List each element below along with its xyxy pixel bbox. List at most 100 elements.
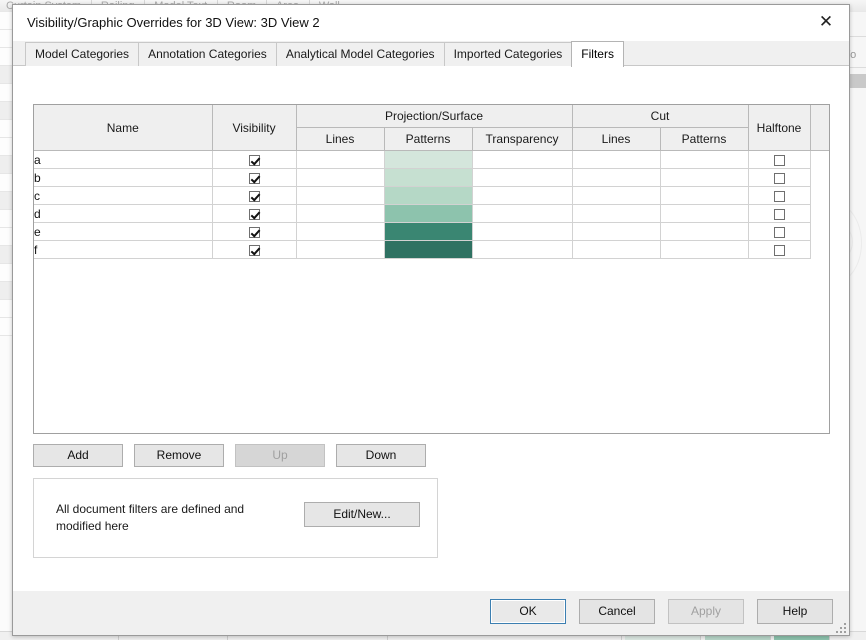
projection-patterns-cell[interactable] — [384, 204, 473, 223]
visibility-cell[interactable] — [212, 222, 297, 241]
up-button[interactable]: Up — [235, 444, 325, 467]
column-header-cut-patterns[interactable]: Patterns — [660, 127, 749, 151]
visibility-checkbox[interactable] — [248, 172, 260, 184]
visibility-checkbox[interactable] — [248, 244, 260, 256]
visibility-checkbox[interactable] — [248, 208, 260, 220]
cut-patterns-cell[interactable] — [660, 240, 749, 259]
column-header-projection-patterns[interactable]: Patterns — [384, 127, 473, 151]
projection-transparency-cell[interactable] — [472, 240, 573, 259]
halftone-checkbox[interactable] — [773, 154, 785, 166]
halftone-cell[interactable] — [748, 240, 811, 259]
visibility-cell[interactable] — [212, 150, 297, 169]
filters-info-text: All document filters are defined and mod… — [56, 502, 245, 533]
table-row[interactable]: b — [34, 168, 829, 187]
tab-filters[interactable]: Filters — [571, 41, 624, 67]
projection-patterns-cell[interactable] — [384, 150, 473, 169]
projection-transparency-cell[interactable] — [472, 222, 573, 241]
visibility-checkbox[interactable] — [248, 154, 260, 166]
projection-patterns-cell[interactable] — [384, 186, 473, 205]
projection-patterns-cell[interactable] — [384, 222, 473, 241]
cut-patterns-cell[interactable] — [660, 168, 749, 187]
column-header-cut-lines[interactable]: Lines — [572, 127, 661, 151]
visibility-checkbox[interactable] — [248, 190, 260, 202]
pattern-color-swatch[interactable] — [384, 205, 472, 222]
cut-lines-cell[interactable] — [572, 204, 661, 223]
add-button[interactable]: Add — [33, 444, 123, 467]
pattern-color-swatch[interactable] — [384, 151, 472, 168]
cut-patterns-cell[interactable] — [660, 222, 749, 241]
table-row[interactable]: c — [34, 186, 829, 205]
visibility-cell[interactable] — [212, 204, 297, 223]
pattern-color-swatch[interactable] — [384, 241, 472, 258]
cut-patterns-cell[interactable] — [660, 150, 749, 169]
halftone-cell[interactable] — [748, 186, 811, 205]
projection-lines-cell[interactable] — [296, 168, 385, 187]
tab-imported-categories[interactable]: Imported Categories — [443, 42, 573, 66]
column-header-spacer — [810, 105, 829, 151]
filter-name-cell[interactable]: d — [34, 204, 213, 223]
tab-model-categories[interactable]: Model Categories — [25, 42, 140, 66]
down-button[interactable]: Down — [336, 444, 426, 467]
ok-button[interactable]: OK — [490, 599, 566, 624]
cut-lines-cell[interactable] — [572, 186, 661, 205]
projection-lines-cell[interactable] — [296, 204, 385, 223]
column-header-projection-lines[interactable]: Lines — [296, 127, 385, 151]
projection-transparency-cell[interactable] — [472, 150, 573, 169]
column-header-visibility[interactable]: Visibility — [212, 105, 297, 151]
halftone-cell[interactable] — [748, 168, 811, 187]
cancel-button[interactable]: Cancel — [579, 599, 655, 624]
table-row[interactable]: e — [34, 222, 829, 241]
tab-annotation-categories[interactable]: Annotation Categories — [138, 42, 277, 66]
projection-patterns-cell[interactable] — [384, 168, 473, 187]
resize-grip[interactable] — [834, 621, 846, 633]
projection-lines-cell[interactable] — [296, 186, 385, 205]
help-button[interactable]: Help — [757, 599, 833, 624]
pattern-color-swatch[interactable] — [384, 223, 472, 240]
projection-transparency-cell[interactable] — [472, 186, 573, 205]
halftone-checkbox[interactable] — [773, 226, 785, 238]
table-row[interactable]: d — [34, 204, 829, 223]
cut-lines-cell[interactable] — [572, 222, 661, 241]
table-row[interactable]: f — [34, 240, 829, 259]
projection-lines-cell[interactable] — [296, 240, 385, 259]
column-header-projection-transparency[interactable]: Transparency — [472, 127, 573, 151]
cut-lines-cell[interactable] — [572, 240, 661, 259]
cut-lines-cell[interactable] — [572, 150, 661, 169]
visibility-cell[interactable] — [212, 168, 297, 187]
halftone-checkbox[interactable] — [773, 190, 785, 202]
halftone-cell[interactable] — [748, 204, 811, 223]
column-header-name[interactable]: Name — [34, 105, 213, 151]
cut-patterns-cell[interactable] — [660, 204, 749, 223]
column-header-halftone[interactable]: Halftone — [748, 105, 811, 151]
edit-new-button[interactable]: Edit/New... — [304, 502, 420, 527]
filter-name-cell[interactable]: a — [34, 150, 213, 169]
apply-button[interactable]: Apply — [668, 599, 744, 624]
visibility-cell[interactable] — [212, 240, 297, 259]
remove-button[interactable]: Remove — [134, 444, 224, 467]
visibility-cell[interactable] — [212, 186, 297, 205]
halftone-checkbox[interactable] — [773, 244, 785, 256]
projection-lines-cell[interactable] — [296, 150, 385, 169]
table-row[interactable]: a — [34, 150, 829, 169]
projection-transparency-cell[interactable] — [472, 168, 573, 187]
filter-name-cell[interactable]: f — [34, 240, 213, 259]
cut-lines-cell[interactable] — [572, 168, 661, 187]
pattern-color-swatch[interactable] — [384, 187, 472, 204]
projection-lines-cell[interactable] — [296, 222, 385, 241]
halftone-checkbox[interactable] — [773, 172, 785, 184]
close-button[interactable]: ✕ — [803, 5, 849, 39]
pattern-color-swatch[interactable] — [384, 169, 472, 186]
projection-patterns-cell[interactable] — [384, 240, 473, 259]
tab-analytical-model-categories[interactable]: Analytical Model Categories — [275, 42, 445, 66]
halftone-checkbox[interactable] — [773, 208, 785, 220]
filter-name-cell[interactable]: b — [34, 168, 213, 187]
visibility-checkbox[interactable] — [248, 226, 260, 238]
visibility-graphic-overrides-dialog: Visibility/Graphic Overrides for 3D View… — [12, 4, 850, 636]
cut-patterns-cell[interactable] — [660, 186, 749, 205]
filters-table-container[interactable]: Name Visibility Projection/Surface Cut H… — [33, 104, 830, 434]
filter-name-cell[interactable]: c — [34, 186, 213, 205]
halftone-cell[interactable] — [748, 150, 811, 169]
filter-name-cell[interactable]: e — [34, 222, 213, 241]
halftone-cell[interactable] — [748, 222, 811, 241]
projection-transparency-cell[interactable] — [472, 204, 573, 223]
